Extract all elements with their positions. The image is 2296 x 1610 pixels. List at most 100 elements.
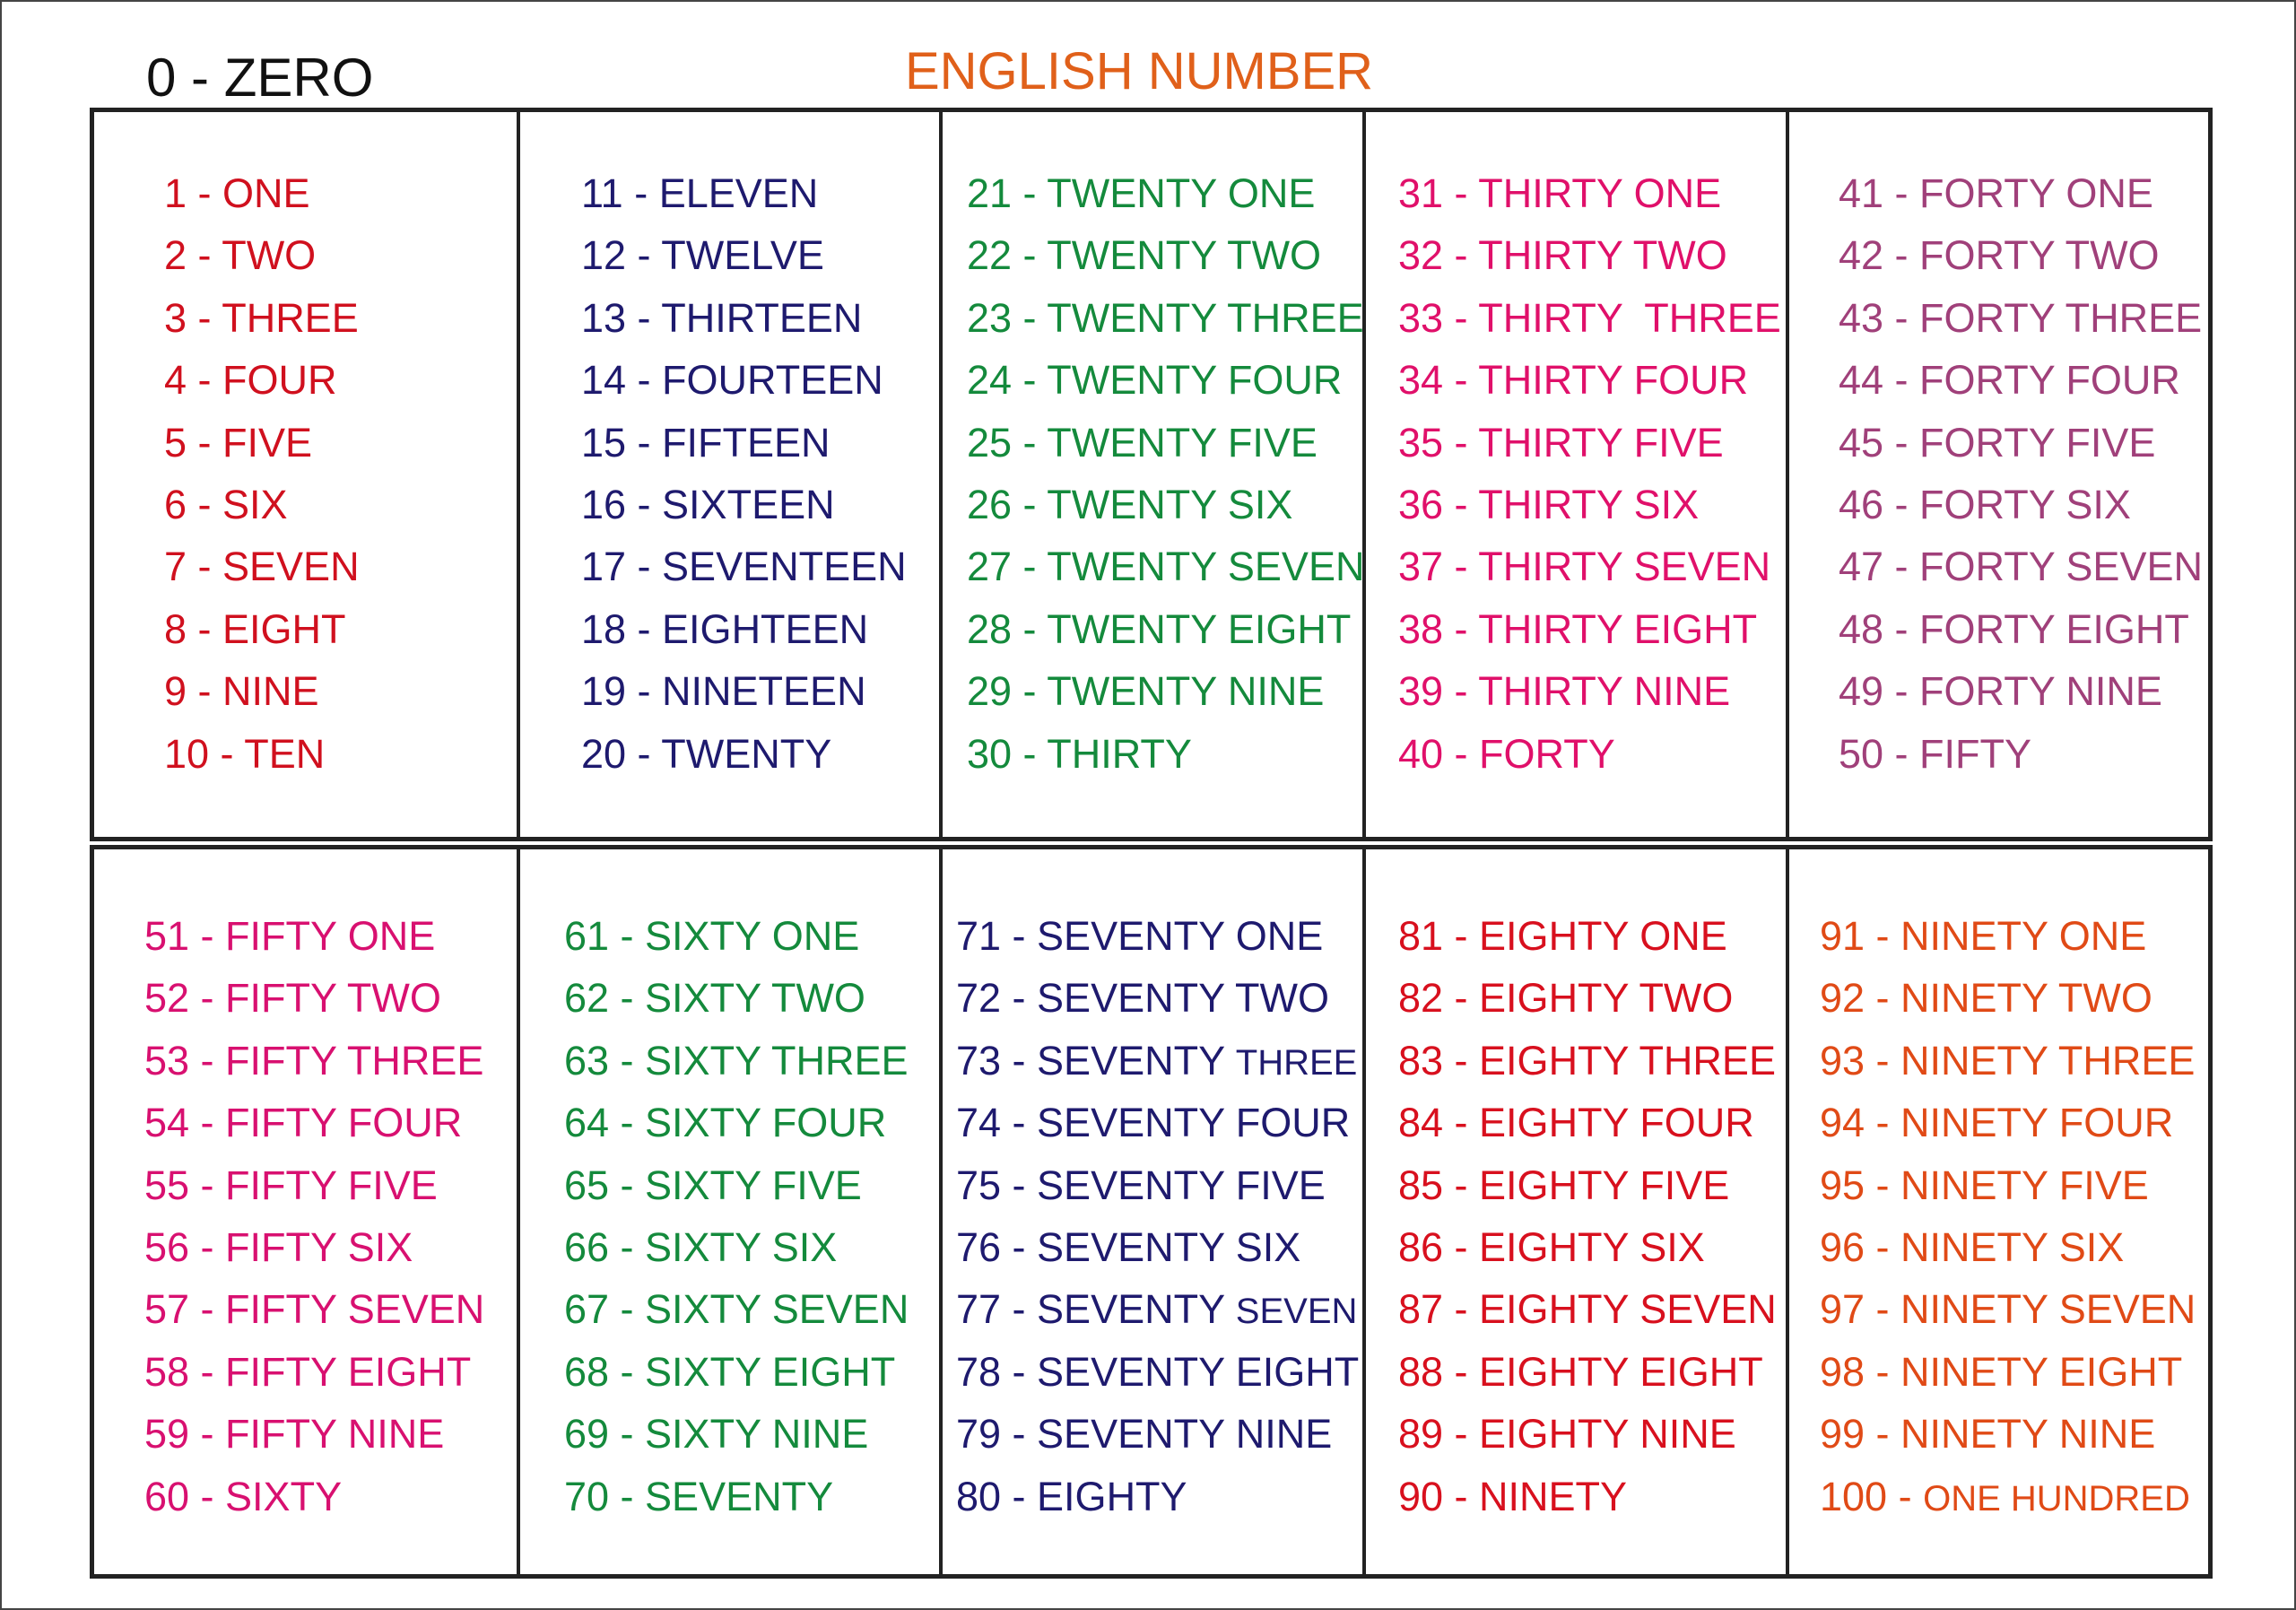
number-list: 1 - ONE 2 - TWO 3 - THREE 4 - FOUR 5 - FIVE 6… — [164, 162, 360, 785]
number-text: 57 - FIFTY SEVEN — [144, 1286, 485, 1333]
number-item: 3 - THREE — [164, 287, 360, 349]
number-list: 71 - SEVENTY ONE 72 - SEVENTY TWO 73 - SEV… — [956, 905, 1359, 1527]
number-column: 31 - THIRTY ONE 32 - THIRTY TWO 33 - THIRT… — [1362, 112, 1786, 837]
number-text: 75 - SEVENTY FIVE — [956, 1162, 1326, 1208]
number-text: 68 - SIXTY EIGHT — [564, 1348, 896, 1395]
number-item: 87 - EIGHTY SEVEN — [1398, 1278, 1777, 1340]
number-text: 38 - THIRTY EIGHT — [1398, 605, 1758, 652]
number-item: 78 - SEVENTY EIGHT — [956, 1341, 1359, 1403]
number-text: 42 - FORTY TWO — [1839, 232, 2160, 279]
number-text: 62 - SIXTY TWO — [564, 975, 865, 1022]
number-item: 23 - TWENTY THREE — [967, 287, 1364, 349]
number-item: 33 - THIRTY THREE — [1398, 287, 1781, 349]
number-item: 55 - FIFTY FIVE — [144, 1154, 484, 1216]
page-title: ENGLISH NUMBER — [904, 42, 1374, 100]
number-item: 98 - NINETY EIGHT — [1820, 1341, 2196, 1403]
number-item: 7 - SEVEN — [164, 535, 360, 597]
number-text: 4 - FOUR — [164, 357, 337, 404]
number-text: 19 - NINETEEN — [581, 668, 866, 715]
number-item: 59 - FIFTY NINE — [144, 1403, 484, 1465]
number-text: 53 - FIFTY THREE — [144, 1037, 484, 1083]
number-item: 72 - SEVENTY TWO — [956, 967, 1359, 1029]
number-column: 41 - FORTY ONE 42 - FORTY TWO 43 - FORTY T… — [1786, 112, 2208, 837]
number-column: 21 - TWENTY ONE 22 - TWENTY TWO 23 - TWENT… — [939, 112, 1364, 837]
number-text: 81 - EIGHTY ONE — [1398, 913, 1727, 959]
number-item: 15 - FIFTEEN — [581, 412, 907, 474]
number-text: 100 - — [1820, 1473, 1924, 1519]
number-item: 88 - EIGHTY EIGHT — [1398, 1341, 1777, 1403]
number-text: 20 - TWENTY — [581, 730, 832, 777]
number-text-small: SEVEN — [1235, 1292, 1358, 1332]
number-text: 74 - SEVENTY FOUR — [956, 1100, 1351, 1146]
number-text: 89 - EIGHTY NINE — [1398, 1411, 1736, 1458]
number-text: 65 - SIXTY FIVE — [564, 1162, 862, 1208]
number-item: 1 - ONE — [164, 162, 360, 224]
number-text: 31 - THIRTY ONE — [1398, 170, 1722, 216]
number-item: 24 - TWENTY FOUR — [967, 349, 1364, 411]
number-text: 10 - TEN — [164, 730, 326, 777]
number-item: 22 - TWENTY TWO — [967, 224, 1364, 286]
number-item: 57 - FIFTY SEVEN — [144, 1278, 484, 1340]
number-item: 43 - FORTY THREE — [1839, 287, 2203, 349]
number-text: 55 - FIFTY FIVE — [144, 1162, 438, 1208]
number-text: 15 - FIFTEEN — [581, 419, 831, 466]
number-item: 18 - EIGHTEEN — [581, 598, 907, 660]
number-text: 17 - SEVENTEEN — [581, 544, 907, 590]
number-item: 63 - SIXTY THREE — [564, 1030, 909, 1092]
number-text: 7 - SEVEN — [164, 544, 360, 590]
number-item: 85 - EIGHTY FIVE — [1398, 1154, 1777, 1216]
number-item: 41 - FORTY ONE — [1839, 162, 2203, 224]
number-text: 80 - EIGHTY — [956, 1473, 1187, 1519]
number-item: 39 - THIRTY NINE — [1398, 660, 1781, 722]
number-text: 51 - FIFTY ONE — [144, 913, 436, 959]
number-column: 11 - ELEVEN 12 - TWELVE 13 - THIRTEEN 14 - … — [517, 112, 939, 837]
number-text: 93 - NINETY THREE — [1820, 1037, 2196, 1083]
number-item: 67 - SIXTY SEVEN — [564, 1278, 909, 1340]
number-item: 30 - THIRTY — [967, 723, 1364, 785]
number-item: 79 - SEVENTY NINE — [956, 1403, 1359, 1465]
number-item: 40 - FORTY — [1398, 723, 1781, 785]
number-text: 40 - FORTY — [1398, 730, 1615, 777]
number-item: 38 - THIRTY EIGHT — [1398, 598, 1781, 660]
number-item: 95 - NINETY FIVE — [1820, 1154, 2196, 1216]
number-item: 31 - THIRTY ONE — [1398, 162, 1781, 224]
number-text: 99 - NINETY NINE — [1820, 1411, 2156, 1458]
number-text-small: ONE HUNDRED — [1923, 1478, 2190, 1519]
number-text: 56 - FIFTY SIX — [144, 1223, 413, 1270]
number-text: 5 - FIVE — [164, 419, 313, 466]
number-item: 27 - TWENTY SEVEN — [967, 535, 1364, 597]
number-item: 8 - EIGHT — [164, 598, 360, 660]
number-item: 53 - FIFTY THREE — [144, 1030, 484, 1092]
number-text: 11 - ELEVEN — [581, 170, 819, 216]
number-text: 92 - NINETY TWO — [1820, 975, 2152, 1022]
number-text: 88 - EIGHTY EIGHT — [1398, 1348, 1763, 1395]
number-item: 73 - SEVENTY THREE — [956, 1030, 1359, 1092]
number-item: 17 - SEVENTEEN — [581, 535, 907, 597]
number-text: 72 - SEVENTY TWO — [956, 975, 1329, 1022]
number-item: 60 - SIXTY — [144, 1466, 484, 1527]
number-list: 21 - TWENTY ONE 22 - TWENTY TWO 23 - TWENT… — [967, 162, 1364, 785]
number-text: 18 - EIGHTEEN — [581, 605, 869, 652]
number-item: 46 - FORTY SIX — [1839, 474, 2203, 535]
number-list: 41 - FORTY ONE 42 - FORTY TWO 43 - FORTY T… — [1839, 162, 2203, 785]
number-column: 51 - FIFTY ONE 52 - FIFTY TWO 53 - FIFTY T… — [94, 849, 517, 1574]
number-text: 37 - THIRTY SEVEN — [1398, 544, 1771, 590]
number-text-small: THREE — [1235, 1042, 1358, 1083]
number-text: 39 - THIRTY NINE — [1398, 668, 1731, 715]
number-text: 33 - THIRTY THREE — [1398, 294, 1781, 341]
number-item: 47 - FORTY SEVEN — [1839, 535, 2203, 597]
number-text: 22 - TWENTY TWO — [967, 232, 1322, 279]
number-text: 9 - NINE — [164, 668, 319, 715]
number-item: 42 - FORTY TWO — [1839, 224, 2203, 286]
number-text: 6 - SIX — [164, 481, 288, 527]
number-text: 69 - SIXTY NINE — [564, 1411, 869, 1458]
number-text: 90 - NINETY — [1398, 1473, 1628, 1519]
number-text: 79 - SEVENTY NINE — [956, 1411, 1333, 1458]
number-item: 75 - SEVENTY FIVE — [956, 1154, 1359, 1216]
number-item: 21 - TWENTY ONE — [967, 162, 1364, 224]
number-text: 23 - TWENTY THREE — [967, 294, 1364, 341]
number-text: 73 - SEVENTY — [956, 1037, 1236, 1083]
number-item: 52 - FIFTY TWO — [144, 967, 484, 1029]
number-text: 97 - NINETY SEVEN — [1820, 1286, 2196, 1333]
number-text: 3 - THREE — [164, 294, 359, 341]
